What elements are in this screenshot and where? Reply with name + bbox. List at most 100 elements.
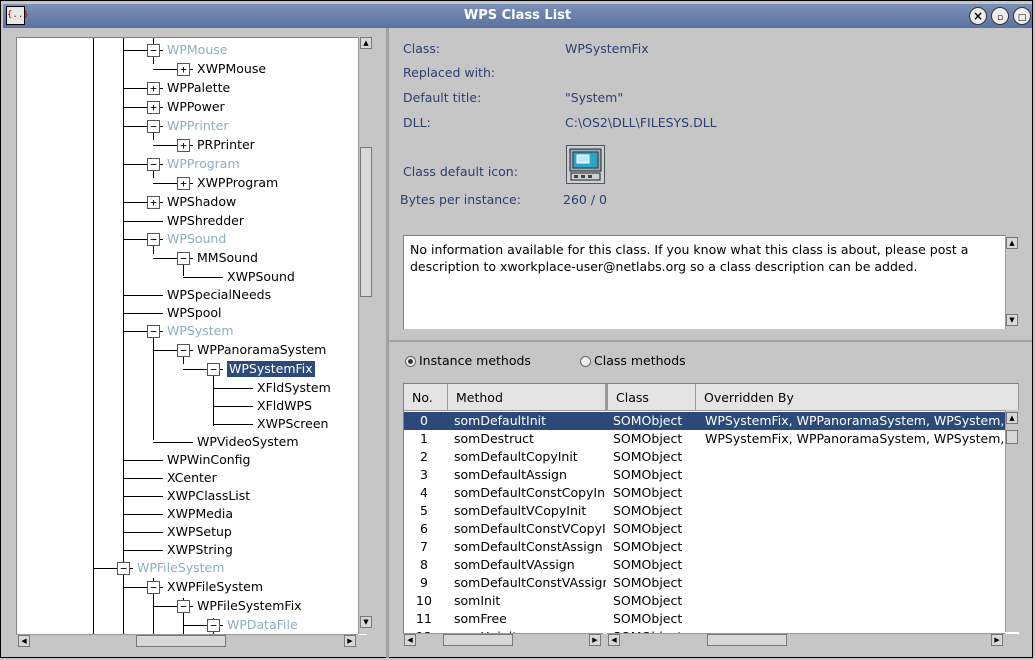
collapse-icon[interactable]: − xyxy=(207,619,220,632)
tree-node[interactable]: XWPProgram xyxy=(197,175,278,191)
table-row[interactable]: 1 somDestruct SOMObject WPSystemFix, WPPano… xyxy=(404,430,1019,448)
collapse-icon[interactable]: − xyxy=(207,363,220,376)
tree-node[interactable]: WPProgram xyxy=(167,156,240,172)
scroll-thumb[interactable] xyxy=(1006,430,1018,444)
table-vertical-scrollbar[interactable]: ▲ xyxy=(1005,410,1019,632)
tree-node[interactable]: XWPMouse xyxy=(197,61,266,77)
scroll-up-arrow-icon[interactable]: ▲ xyxy=(1006,412,1018,424)
restore-button[interactable]: ▫ xyxy=(991,7,1009,25)
tree-node[interactable]: WPSound xyxy=(167,231,226,247)
class-description[interactable]: No information available for this class.… xyxy=(403,235,1005,329)
tree-node[interactable]: WPWinConfig xyxy=(167,452,250,468)
collapse-icon[interactable]: − xyxy=(147,158,160,171)
tree-node[interactable]: XWPMedia xyxy=(167,506,233,522)
tree-node[interactable]: WPPrinter xyxy=(167,118,228,134)
tree-node[interactable]: WPSystemFix xyxy=(227,361,315,377)
collapse-icon[interactable]: − xyxy=(147,325,160,338)
tree-node[interactable]: XWPFileSystem xyxy=(167,579,263,595)
tree-vertical-scrollbar[interactable]: ▲ ▼ xyxy=(358,37,373,634)
table-row[interactable]: 4 somDefaultConstCopyInit SOMObject xyxy=(404,484,1019,502)
column-header-overridden-by[interactable]: Overridden By xyxy=(696,384,1019,411)
collapse-icon[interactable]: − xyxy=(147,233,160,246)
methods-table[interactable]: No. Method Class Overridden By 0 somDefau… xyxy=(403,383,1019,634)
collapse-icon[interactable]: − xyxy=(117,562,130,575)
tree-node[interactable]: XWPClassList xyxy=(167,488,250,504)
scroll-right-arrow-icon[interactable]: ▶ xyxy=(344,635,356,647)
column-header-method[interactable]: Method xyxy=(448,384,606,411)
table-row[interactable]: 7 somDefaultConstAssign SOMObject xyxy=(404,538,1019,556)
expand-icon[interactable]: + xyxy=(147,82,160,95)
tree-node[interactable]: WPShadow xyxy=(167,194,236,210)
table-row[interactable]: 5 somDefaultVCopyInit SOMObject xyxy=(404,502,1019,520)
table-row[interactable]: 8 somDefaultVAssign SOMObject xyxy=(404,556,1019,574)
tree-node[interactable]: WPFileSystem xyxy=(137,560,224,576)
table-row[interactable]: 2 somDefaultCopyInit SOMObject xyxy=(404,448,1019,466)
tree-node[interactable]: XWPSetup xyxy=(167,524,232,540)
tree-node[interactable]: WPShredder xyxy=(167,213,244,229)
collapse-icon[interactable]: − xyxy=(177,344,190,357)
tree-node[interactable]: WPVideoSystem xyxy=(197,434,299,450)
overridden-hscrollbar[interactable]: ◀ ▶ xyxy=(607,633,1005,647)
expand-icon[interactable]: + xyxy=(147,101,160,114)
column-header-class[interactable]: Class xyxy=(606,384,696,411)
instance-methods-radio[interactable] xyxy=(405,356,416,367)
tree-node[interactable]: WPPanoramaSystem xyxy=(197,342,326,358)
scroll-up-arrow-icon[interactable]: ▲ xyxy=(1006,237,1018,249)
description-scrollbar[interactable]: ▲ ▼ xyxy=(1005,235,1019,329)
table-row[interactable]: 9 somDefaultConstVAssign SOMObject xyxy=(404,574,1019,592)
expand-icon[interactable]: + xyxy=(177,63,190,76)
tree-node[interactable]: XWPSound xyxy=(227,269,295,285)
collapse-icon[interactable]: − xyxy=(177,252,190,265)
collapse-icon[interactable]: − xyxy=(147,44,160,57)
tree-node[interactable]: XWPScreen xyxy=(257,416,328,432)
collapse-icon[interactable]: − xyxy=(177,600,190,613)
maximize-button[interactable]: □ xyxy=(1013,7,1031,25)
tree-node[interactable]: WPMouse xyxy=(167,42,227,58)
tree-horizontal-scrollbar[interactable]: ◀ ▶ xyxy=(16,634,358,648)
table-row[interactable]: 0 somDefaultInit SOMObject WPSystemFix, WPP… xyxy=(404,412,1019,430)
table-row[interactable]: 3 somDefaultAssign SOMObject xyxy=(404,466,1019,484)
tree-node[interactable]: XFldSystem xyxy=(257,380,331,396)
expand-icon[interactable]: + xyxy=(177,177,190,190)
table-row[interactable]: 11 somFree SOMObject xyxy=(404,610,1019,628)
scroll-up-arrow-icon[interactable]: ▲ xyxy=(360,37,372,49)
tree-node[interactable]: XFldWPS xyxy=(257,398,312,414)
tree-node[interactable]: XCenter xyxy=(167,470,217,486)
scroll-right-arrow-icon[interactable]: ▶ xyxy=(589,634,601,646)
scroll-down-arrow-icon[interactable]: ▼ xyxy=(1006,314,1018,326)
scroll-thumb[interactable] xyxy=(360,147,372,297)
table-row[interactable]: 10 somInit SOMObject xyxy=(404,592,1019,610)
scroll-left-arrow-icon[interactable]: ◀ xyxy=(608,634,620,646)
tree-node[interactable]: MMSound xyxy=(197,250,258,266)
table-row[interactable]: 6 somDefaultConstVCopyInit SOMObject xyxy=(404,520,1019,538)
tree-node[interactable]: WPFileSystemFix xyxy=(197,598,302,614)
tree-node[interactable]: PRPrinter xyxy=(197,137,255,153)
column-header-no[interactable]: No. xyxy=(404,384,448,411)
scroll-thumb[interactable] xyxy=(707,634,787,646)
tree-node[interactable]: WPSpool xyxy=(167,305,222,321)
scroll-left-arrow-icon[interactable]: ◀ xyxy=(18,635,30,647)
scroll-right-arrow-icon[interactable]: ▶ xyxy=(991,634,1003,646)
close-button[interactable]: × xyxy=(969,7,987,25)
instance-methods-label[interactable]: Instance methods xyxy=(419,353,531,368)
method-hscrollbar[interactable]: ◀ ▶ xyxy=(403,633,603,647)
class-methods-label[interactable]: Class methods xyxy=(594,353,686,368)
class-methods-radio[interactable] xyxy=(580,356,591,367)
tree-node[interactable]: WPSpecialNeeds xyxy=(167,287,271,303)
class-tree[interactable]: − WPMouse + XWPMouse + WPPalette + WPPower − WPPr… xyxy=(16,37,367,635)
pane-splitter[interactable] xyxy=(386,28,389,658)
scroll-left-arrow-icon[interactable]: ◀ xyxy=(404,634,416,646)
tree-node[interactable]: WPPower xyxy=(167,99,225,115)
tree-node[interactable]: WPDataFile xyxy=(227,617,298,633)
title-bar[interactable]: {..} WPS Class List × ▫ □ xyxy=(3,4,1032,28)
tree-node[interactable]: WPPalette xyxy=(167,80,230,96)
collapse-icon[interactable]: − xyxy=(147,120,160,133)
expand-icon[interactable]: + xyxy=(147,196,160,209)
scroll-thumb[interactable] xyxy=(443,634,513,646)
collapse-icon[interactable]: − xyxy=(147,581,160,594)
scroll-thumb[interactable] xyxy=(136,635,226,647)
scroll-down-arrow-icon[interactable]: ▼ xyxy=(360,616,372,628)
tree-node[interactable]: XWPString xyxy=(167,542,233,558)
tree-node[interactable]: WPSystem xyxy=(167,323,234,339)
expand-icon[interactable]: + xyxy=(177,139,190,152)
